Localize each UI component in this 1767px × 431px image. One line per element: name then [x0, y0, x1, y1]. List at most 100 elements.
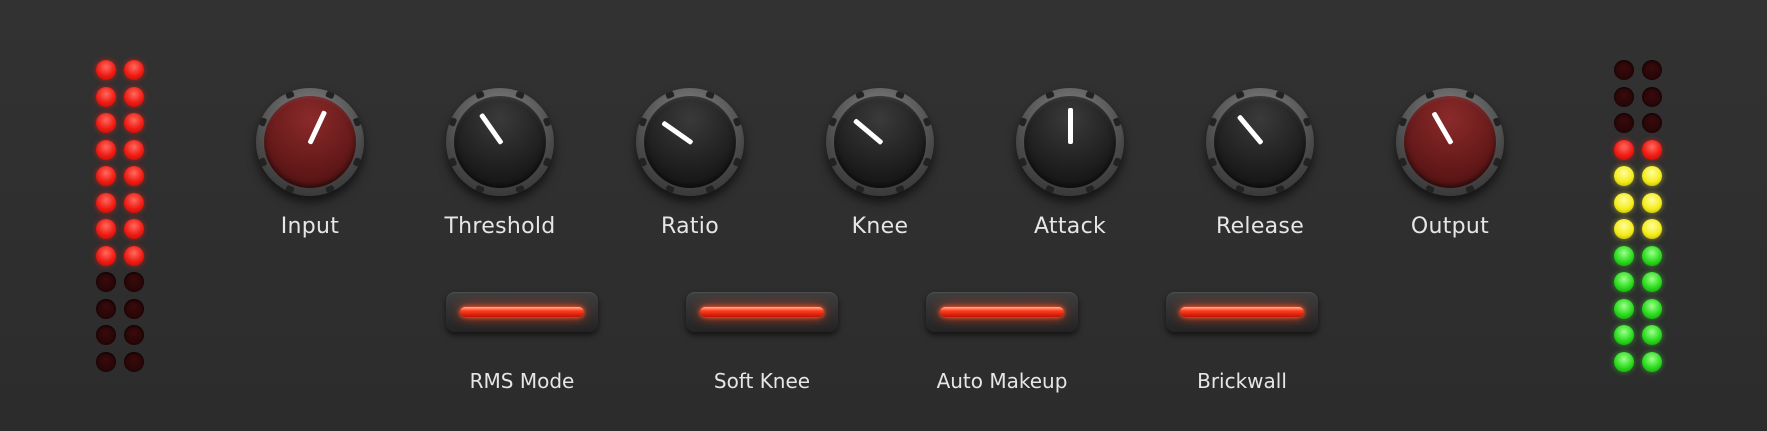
- knob-grip-notch: [1425, 184, 1436, 194]
- knob-grip-notch: [258, 156, 268, 167]
- knob-grip-notch: [448, 156, 458, 167]
- led-red: [124, 139, 144, 160]
- led-red: [96, 139, 116, 160]
- knob-knee[interactable]: Knee: [810, 88, 950, 248]
- led-off: [1642, 60, 1662, 80]
- knob-grip-notch: [894, 90, 905, 100]
- knob-pointer: [478, 112, 504, 146]
- toggle-auto-makeup[interactable]: Auto Makeup: [917, 292, 1087, 402]
- led-off: [1642, 113, 1662, 133]
- knob-pointer: [307, 110, 328, 145]
- led-off: [1614, 60, 1634, 80]
- led-off: [96, 272, 116, 292]
- knob-label-knee: Knee: [851, 214, 909, 239]
- led-red: [96, 60, 116, 80]
- toggle-soft-knee[interactable]: Soft Knee: [677, 292, 847, 402]
- knob-grip-notch: [1274, 90, 1285, 100]
- knob-body: [834, 96, 926, 188]
- knob-grip-notch: [1302, 117, 1312, 128]
- knob-grip-notch: [855, 184, 866, 194]
- led-green: [1642, 325, 1662, 345]
- led-red: [124, 60, 144, 80]
- knob-output[interactable]: Output: [1380, 88, 1520, 248]
- toggle-button[interactable]: [926, 292, 1078, 332]
- knob-attack[interactable]: Attack: [1000, 88, 1140, 248]
- toggle-indicator: [460, 307, 584, 317]
- led-red: [96, 166, 116, 186]
- knob-grip-notch: [732, 117, 742, 128]
- knob-pointer: [1431, 111, 1454, 145]
- led-off: [1614, 113, 1634, 133]
- led-red: [124, 113, 144, 133]
- knob-grip-notch: [1045, 184, 1056, 194]
- toggle-rms-mode[interactable]: RMS Mode: [437, 292, 607, 402]
- toggle-indicator: [940, 307, 1064, 317]
- knob-grip-notch: [922, 117, 932, 128]
- knob-grip-notch: [542, 156, 552, 167]
- knob-ring: [1206, 88, 1314, 196]
- knob-threshold[interactable]: Threshold: [430, 88, 570, 248]
- led-red: [1642, 139, 1662, 160]
- led-yellow: [1642, 166, 1662, 186]
- toggle-label-brickwall: Brickwall: [1197, 369, 1287, 393]
- led-green: [1614, 272, 1634, 292]
- knob-grip-notch: [1084, 90, 1095, 100]
- knob-ring: [256, 88, 364, 196]
- toggle-indicator: [1180, 307, 1304, 317]
- toggle-button[interactable]: [446, 292, 598, 332]
- led-green: [1642, 298, 1662, 319]
- toggle-button[interactable]: [1166, 292, 1318, 332]
- knob-label-output: Output: [1410, 214, 1490, 239]
- led-off: [124, 272, 144, 292]
- knob-input[interactable]: Input: [240, 88, 380, 248]
- knob-grip-notch: [1464, 184, 1475, 194]
- knob-grip-notch: [1208, 156, 1218, 167]
- knob-body: [1024, 96, 1116, 188]
- knob-ring: [1016, 88, 1124, 196]
- led-red: [96, 86, 116, 107]
- led-off: [1614, 86, 1634, 107]
- knob-grip-notch: [324, 90, 335, 100]
- knob-grip-notch: [828, 156, 838, 167]
- knob-grip-notch: [1464, 90, 1475, 100]
- toggle-indicator: [700, 307, 824, 317]
- led-red: [1614, 139, 1634, 160]
- knob-body: [454, 96, 546, 188]
- knob-grip-notch: [1492, 117, 1502, 128]
- knob-grip-notch: [1235, 184, 1246, 194]
- knob-grip-notch: [1398, 156, 1408, 167]
- led-red: [96, 113, 116, 133]
- led-red: [96, 245, 116, 266]
- toggle-label-soft-knee: Soft Knee: [713, 369, 811, 393]
- led-off: [124, 351, 144, 372]
- knob-grip-notch: [1492, 156, 1502, 167]
- led-green: [1642, 272, 1662, 292]
- knob-grip-notch: [1302, 156, 1312, 167]
- led-green: [1614, 325, 1634, 345]
- knob-ratio[interactable]: Ratio: [620, 88, 760, 248]
- led-green: [1614, 245, 1634, 266]
- output-level-meter: [1614, 60, 1672, 380]
- compressor-panel: Input Threshold Ratio Knee Attack Releas…: [0, 0, 1767, 431]
- knob-body: [264, 96, 356, 188]
- toggle-brickwall[interactable]: Brickwall: [1157, 292, 1327, 402]
- led-green: [1614, 351, 1634, 372]
- led-yellow: [1614, 192, 1634, 213]
- knob-grip-notch: [704, 90, 715, 100]
- knob-grip-notch: [1112, 117, 1122, 128]
- toggle-label-auto-makeup: Auto Makeup: [936, 369, 1068, 393]
- led-off: [96, 325, 116, 345]
- led-green: [1614, 298, 1634, 319]
- knob-release[interactable]: Release: [1190, 88, 1330, 248]
- knob-label-input: Input: [280, 214, 340, 239]
- toggle-button[interactable]: [686, 292, 838, 332]
- knob-label-ratio: Ratio: [661, 214, 719, 239]
- knob-grip-notch: [1274, 184, 1285, 194]
- led-red: [124, 86, 144, 107]
- knob-ring: [826, 88, 934, 196]
- led-off: [1642, 86, 1662, 107]
- led-off: [96, 351, 116, 372]
- knob-ring: [446, 88, 554, 196]
- led-red: [124, 192, 144, 213]
- knob-grip-notch: [285, 184, 296, 194]
